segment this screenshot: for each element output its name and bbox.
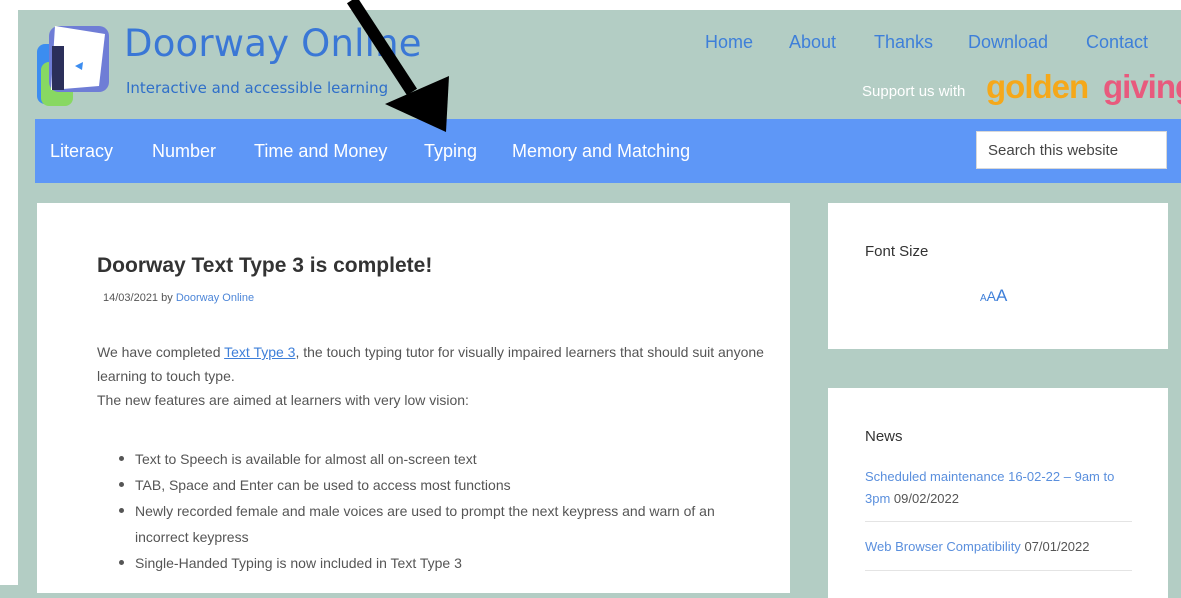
nav-download-link[interactable]: Download xyxy=(968,32,1048,53)
post-body: We have completed Text Type 3, the touch… xyxy=(97,340,767,412)
search-input[interactable] xyxy=(976,131,1167,169)
post-meta: 14/03/2021 by Doorway Online xyxy=(103,292,254,304)
menu-typing[interactable]: Typing xyxy=(424,141,477,162)
font-size-title: Font Size xyxy=(865,243,929,260)
news-item: Scheduled maintenance 16-02-22 – 9am to … xyxy=(865,466,1132,510)
site-tagline: Interactive and accessible learning xyxy=(126,79,389,97)
list-item: TAB, Space and Enter can be used to acce… xyxy=(117,472,787,498)
feature-text: Newly recorded female and male voices ar… xyxy=(135,503,715,545)
font-size-widget: Font Size AAA xyxy=(828,203,1168,349)
post-title[interactable]: Doorway Text Type 3 is complete! xyxy=(97,254,432,278)
list-item: Single-Handed Typing is now included in … xyxy=(117,550,787,576)
post-content-area: Doorway Text Type 3 is complete! 14/03/2… xyxy=(37,203,790,593)
post-date: 14/03/2021 xyxy=(103,292,159,304)
news-item: Web Browser Compatibility 07/01/2022 xyxy=(865,536,1132,558)
menu-literacy[interactable]: Literacy xyxy=(50,141,113,162)
menu-memory-and-matching[interactable]: Memory and Matching xyxy=(512,141,690,162)
feature-text: Single-Handed Typing is now included in … xyxy=(135,555,462,571)
main-navigation-bar: Literacy Number Time and Money Typing Me… xyxy=(35,119,1181,183)
feature-text: TAB, Space and Enter can be used to acce… xyxy=(135,477,511,493)
post-by-label: by xyxy=(161,292,173,304)
font-size-large-button[interactable]: A xyxy=(996,286,1007,305)
news-link[interactable]: Web Browser Compatibility xyxy=(865,539,1021,554)
nav-home-link[interactable]: Home xyxy=(705,32,753,53)
menu-number[interactable]: Number xyxy=(152,141,216,162)
nav-about-link[interactable]: About xyxy=(789,32,836,53)
list-item: Text to Speech is available for almost a… xyxy=(117,446,787,472)
nav-contact-link[interactable]: Contact xyxy=(1086,32,1148,53)
font-size-medium-button[interactable]: A xyxy=(987,288,996,304)
feature-list: Text to Speech is available for almost a… xyxy=(97,446,787,576)
top-navigation: Home About Thanks Download Contact xyxy=(0,32,1181,56)
news-title: News xyxy=(865,428,903,445)
support-golden-giving-banner[interactable]: Support us with golden giving xyxy=(862,68,1181,120)
features-intro: The new features are aimed at learners w… xyxy=(97,392,469,408)
post-intro: We have completed Text Type 3, the touch… xyxy=(97,340,767,388)
news-date: 09/02/2022 xyxy=(893,491,959,506)
feature-text: Text to Speech is available for almost a… xyxy=(135,451,477,467)
screenshot-frame-top xyxy=(0,0,1181,10)
intro-text-start: We have completed xyxy=(97,344,225,360)
support-text: Support us with xyxy=(862,83,966,100)
screenshot-frame-left xyxy=(0,0,18,585)
text-type-3-link[interactable]: Text Type 3 xyxy=(224,344,295,360)
news-widget: News Scheduled maintenance 16-02-22 – 9a… xyxy=(828,388,1168,598)
menu-time-and-money[interactable]: Time and Money xyxy=(254,141,387,162)
font-size-controls: AAA xyxy=(980,286,1007,306)
news-date: 07/01/2022 xyxy=(1024,539,1090,554)
list-item: Newly recorded female and male voices ar… xyxy=(117,498,787,550)
news-divider xyxy=(865,521,1132,522)
font-size-small-button[interactable]: A xyxy=(980,293,987,304)
news-divider xyxy=(865,570,1132,571)
golden-giving-logo-golden: golden xyxy=(986,68,1089,105)
golden-giving-logo-giving: giving xyxy=(1103,68,1181,105)
nav-thanks-link[interactable]: Thanks xyxy=(874,32,933,53)
post-author-link[interactable]: Doorway Online xyxy=(176,292,254,304)
